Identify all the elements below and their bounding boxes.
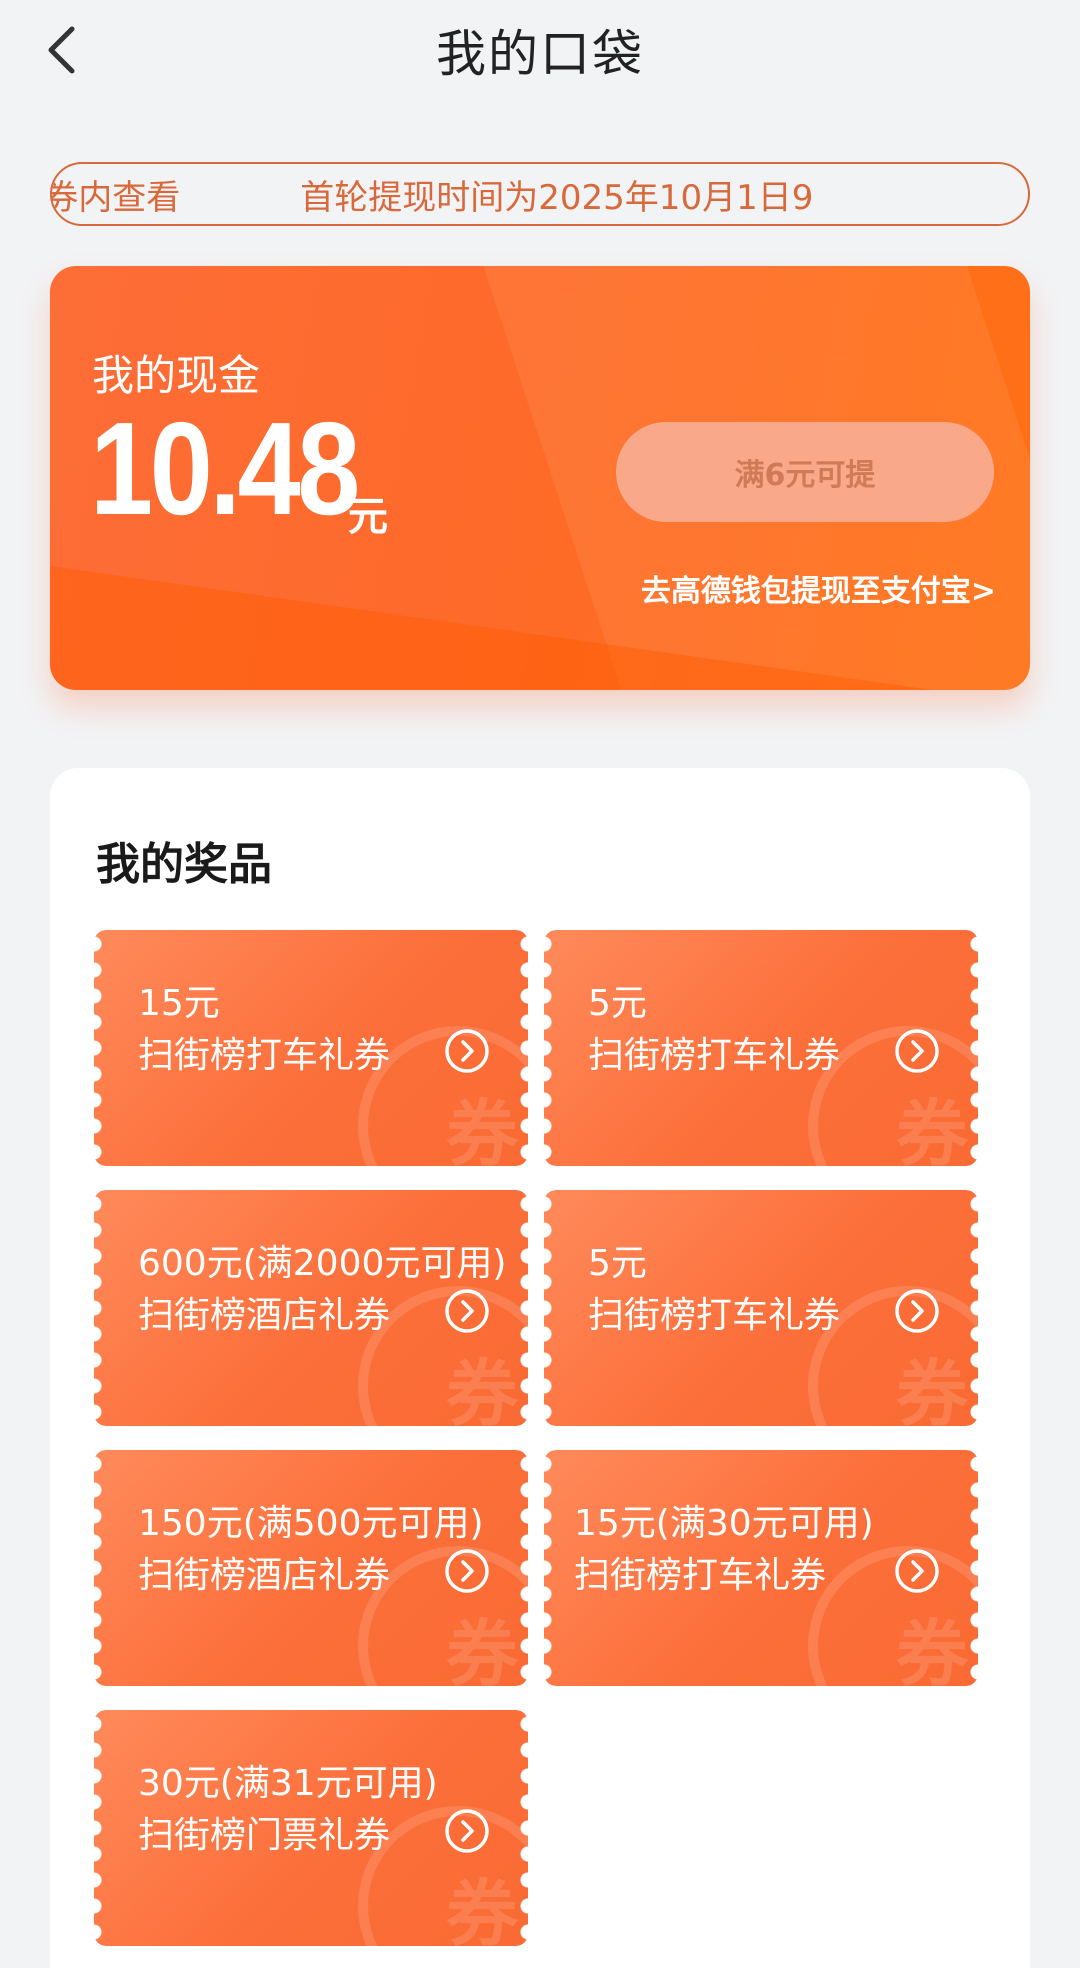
coupon-name: 扫街榜打车礼券 — [138, 1035, 391, 1076]
chevron-right-circle-icon[interactable] — [444, 1028, 490, 1074]
coupon-card[interactable]: 券 5元扫街榜打车礼券 — [544, 930, 978, 1166]
wallet-withdraw-link[interactable]: 去高德钱包提现至支付宝> — [641, 566, 996, 610]
coupon-name: 扫街榜酒店礼券 — [138, 1555, 391, 1596]
notice-marquee: 我的-钱包卡券内查看 首轮提现时间为2025年10月1日9 — [50, 162, 1030, 226]
coupon-name: 扫街榜打车礼券 — [588, 1295, 841, 1336]
cash-card: 我的现金 10.48 元 满6元可提 去高德钱包提现至支付宝> — [50, 266, 1030, 690]
chevron-left-icon — [48, 26, 75, 74]
chevron-right-circle-icon[interactable] — [444, 1288, 490, 1334]
coupon-watermark: 券 — [895, 1352, 968, 1426]
notice-text-1: 我的-钱包卡券内查看 — [52, 177, 181, 218]
withdraw-button[interactable]: 满6元可提 — [616, 422, 994, 522]
chevron-right-circle-icon[interactable] — [894, 1028, 940, 1074]
chevron-right-circle-icon[interactable] — [444, 1808, 490, 1854]
coupon-amount: 15元 — [138, 983, 220, 1024]
coupon-amount: 600元(满2000元可用) — [138, 1243, 507, 1284]
coupon-amount: 15元(满30元可用) — [574, 1503, 874, 1544]
coupon-card[interactable]: 券 5元扫街榜打车礼券 — [544, 1190, 978, 1426]
page-title: 我的口袋 — [436, 25, 644, 83]
chevron-right-circle-icon[interactable] — [444, 1548, 490, 1594]
coupon-name: 扫街榜门票礼券 — [138, 1815, 391, 1856]
coupon-amount: 30元(满31元可用) — [138, 1763, 438, 1804]
coupon-watermark: 券 — [445, 1872, 518, 1946]
prize-panel: 我的奖品 券 15元 扫街榜打车礼券券 5元 扫街榜打车礼券券 600元(满2000元可用… — [50, 768, 1030, 1968]
coupon-card[interactable]: 券 15元扫街榜打车礼券 — [94, 930, 528, 1166]
coupon-watermark: 券 — [445, 1612, 518, 1686]
coupon-amount: 5元 — [588, 1243, 647, 1284]
coupon-card[interactable]: 券 15元(满30元可用) 扫街榜打车礼券 — [544, 1450, 978, 1686]
coupon-watermark: 券 — [895, 1092, 968, 1166]
coupon-card[interactable]: 券 600元(满2000元可用) 扫街榜酒店礼券 — [94, 1190, 528, 1426]
cash-amount: 10.48 — [90, 395, 360, 542]
coupon-amount: 150元(满500元可用) — [138, 1503, 484, 1544]
coupon-name: 扫街榜打车礼券 — [574, 1555, 827, 1596]
page: 我的口袋 我的-钱包卡券内查看 首轮提现时间为2025年10月1日9 我的现金 … — [0, 0, 1080, 1968]
chevron-right-circle-icon[interactable] — [894, 1288, 940, 1334]
coupon-watermark: 券 — [445, 1092, 518, 1166]
coupon-card[interactable]: 券 30元(满31元可用) 扫街榜门票礼券 — [94, 1710, 528, 1946]
coupon-watermark: 券 — [895, 1612, 968, 1686]
chevron-right-circle-icon[interactable] — [894, 1548, 940, 1594]
coupon-watermark: 券 — [445, 1352, 518, 1426]
coupon-amount: 5元 — [588, 983, 647, 1024]
prize-section-title: 我的奖品 — [96, 839, 272, 890]
coupon-name: 扫街榜酒店礼券 — [138, 1295, 391, 1336]
coupon-name: 扫街榜打车礼券 — [588, 1035, 841, 1076]
cash-unit: 元 — [348, 494, 388, 540]
notice-text-2: 首轮提现时间为2025年10月1日9 — [300, 177, 814, 218]
header: 我的口袋 — [0, 0, 1080, 100]
coupon-card[interactable]: 券 150元(满500元可用) 扫街榜酒店礼券 — [94, 1450, 528, 1686]
back-button[interactable] — [38, 22, 84, 78]
